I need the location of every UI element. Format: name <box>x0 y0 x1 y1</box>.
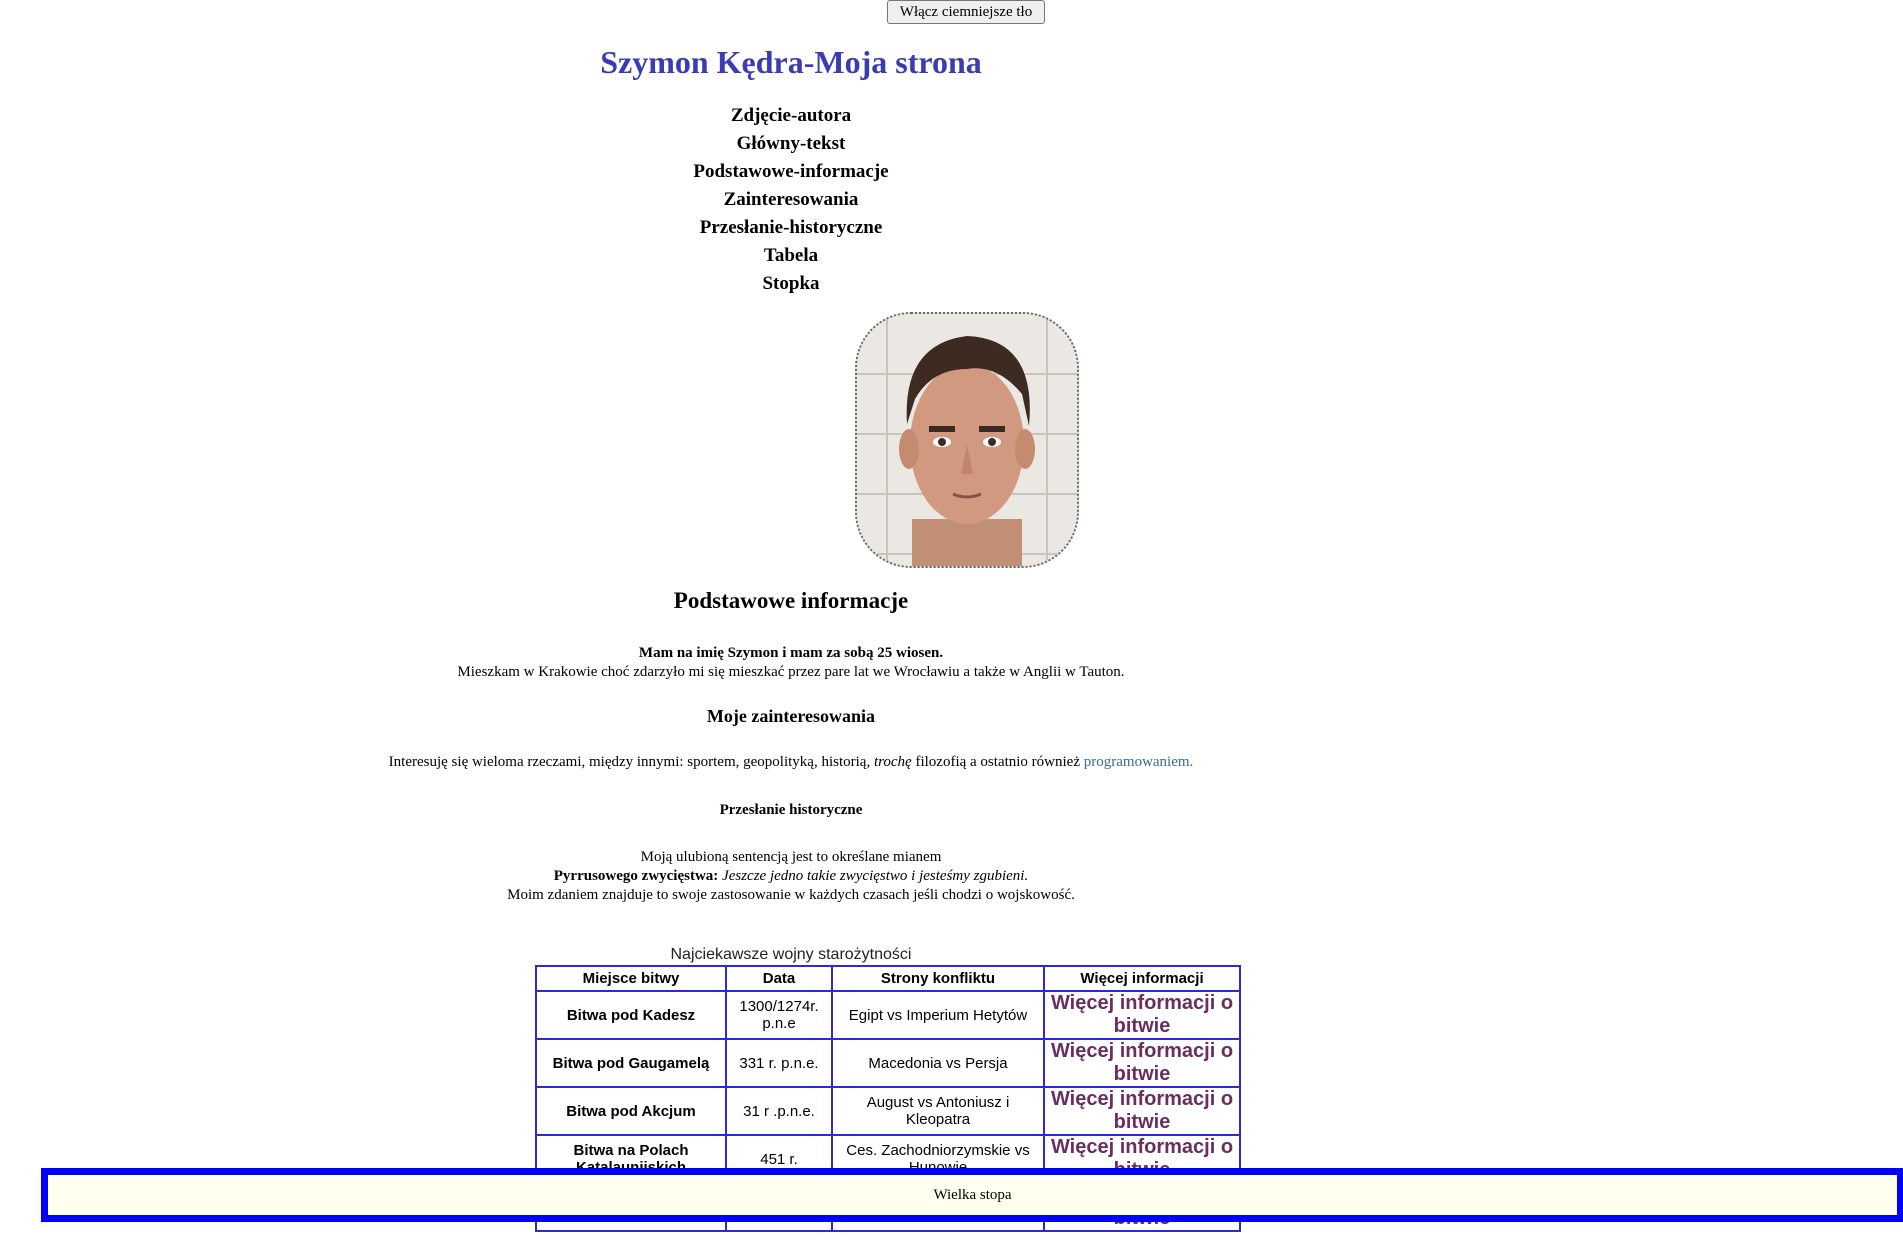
nav-item-table[interactable]: Tabela <box>0 242 1582 270</box>
table-caption: Najciekawsze wojny starożytności <box>670 946 912 963</box>
page-footer: Wielka stopa <box>41 1168 1903 1222</box>
column-header-place: Miejsce bitwy <box>535 965 727 992</box>
battle-sides: August vs Antoniusz i Kleopatra <box>831 1086 1045 1136</box>
nav-item-footer[interactable]: Stopka <box>0 270 1582 298</box>
nav-item-history[interactable]: Przesłanie-historyczne <box>0 214 1582 242</box>
interests-text-italic: trochę <box>873 754 912 770</box>
history-text: Moją ulubioną sentencją jest to określan… <box>0 848 1582 905</box>
column-header-sides: Strony konfliktu <box>831 965 1045 992</box>
battle-sides: Macedonia vs Persja <box>831 1038 1045 1088</box>
table-row: Bitwa pod Kadesz 1300/1274r. p.n.e Egipt… <box>535 990 1241 1040</box>
column-header-more: Więcej informacji <box>1043 965 1241 992</box>
nav-item-basic-info[interactable]: Podstawowe-informacje <box>0 158 1582 186</box>
table-row: Bitwa pod Gaugamelą 331 r. p.n.e. Macedo… <box>535 1038 1241 1088</box>
table-row: Bitwa pod Akcjum 31 r .p.n.e. August vs … <box>535 1086 1241 1136</box>
history-bold: Pyrrusowego zwycięstwa: <box>553 868 719 884</box>
history-line-1: Moją ulubioną sentencją jest to określan… <box>640 849 942 865</box>
basic-info-heading: Podstawowe informacje <box>673 588 909 613</box>
nav-item-interests[interactable]: Zainteresowania <box>0 186 1582 214</box>
battle-place: Bitwa pod Gaugamelą <box>535 1038 727 1088</box>
programming-link[interactable]: programowaniem. <box>1084 754 1194 770</box>
battle-place: Bitwa pod Kadesz <box>535 990 727 1040</box>
history-heading: Przesłanie historyczne <box>719 802 863 818</box>
nav-item-main-text[interactable]: Główny-tekst <box>0 130 1582 158</box>
table-header-row: Miejsce bitwy Data Strony konfliktu Więc… <box>535 965 1241 992</box>
basic-info-line-1: Mam na imię Szymon i mam za sobą 25 wios… <box>638 645 944 661</box>
dark-theme-button[interactable]: Włącz ciemniejsze tło <box>887 0 1045 24</box>
interests-text-middle: filozofią a ostatnio również <box>911 754 1084 770</box>
nav-item-photo[interactable]: Zdjęcie-autora <box>0 102 1582 130</box>
interests-text-start: Interesuję się wieloma rzeczami, między … <box>388 754 874 770</box>
battle-place: Bitwa pod Akcjum <box>535 1086 727 1136</box>
battle-more-link[interactable]: Więcej informacji o bitwie <box>1043 990 1241 1040</box>
section-nav: Zdjęcie-autora Główny-tekst Podstawowe-i… <box>0 102 1582 298</box>
basic-info-line-2: Mieszkam w Krakowie choć zdarzyło mi się… <box>457 664 1125 680</box>
interests-text: Interesuję się wieloma rzeczami, między … <box>0 754 1582 771</box>
footer-text: Wielka stopa <box>933 1186 1012 1203</box>
battle-date: 31 r .p.n.e. <box>725 1086 833 1136</box>
interests-heading: Moje zainteresowania <box>706 706 876 726</box>
column-header-date: Data <box>725 965 833 992</box>
page-title: Szymon Kędra-Moja strona <box>600 44 982 80</box>
history-quote: Jeszcze jedno takie zwycięstwo i jesteśm… <box>722 868 1029 884</box>
author-photo <box>855 312 1079 568</box>
battle-sides: Egipt vs Imperium Hetytów <box>831 990 1045 1040</box>
battle-more-link[interactable]: Więcej informacji o bitwie <box>1043 1086 1241 1136</box>
battle-more-link[interactable]: Więcej informacji o bitwie <box>1043 1038 1241 1088</box>
history-line-2: Pyrrusowego zwycięstwa: Jeszcze jedno ta… <box>0 867 1582 886</box>
battle-date: 331 r. p.n.e. <box>725 1038 833 1088</box>
basic-info-text: Mam na imię Szymon i mam za sobą 25 wios… <box>0 644 1582 682</box>
history-line-3: Moim zdaniem znajduje to swoje zastosowa… <box>507 887 1075 903</box>
battle-date: 1300/1274r. p.n.e <box>725 990 833 1040</box>
